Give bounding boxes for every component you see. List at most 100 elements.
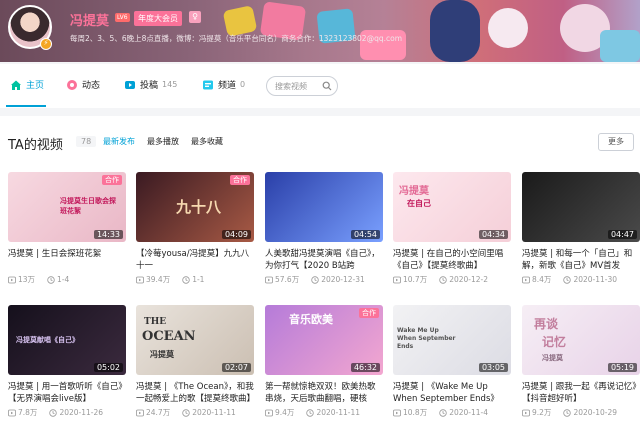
video-title[interactable]: 【冷莓yousa/冯提莫】九九八十一 <box>136 248 254 272</box>
video-thumbnail[interactable]: 03:05 Wake Me Up When September Ends <box>393 305 511 375</box>
video-thumbnail[interactable]: 04:34 冯提莫 在自己 <box>393 172 511 242</box>
video-title[interactable]: 冯提莫 | 用一首歌听听《自己》【无界演唱会live版】 <box>8 381 126 405</box>
play-count: 10.8万 <box>403 408 428 417</box>
video-thumbnail[interactable]: 合作 46:32 音乐欧美 <box>265 305 383 375</box>
video-title[interactable]: 冯提莫 | 《Wake Me Up When September Ends》 <box>393 381 511 405</box>
tab-upload[interactable]: 投稿 145 <box>124 78 177 91</box>
thumbnail-caption: 记忆 <box>542 335 567 349</box>
upload-icon <box>124 79 136 91</box>
active-tab-indicator <box>6 105 46 107</box>
video-meta: 8.4万 2020-11-30 <box>522 274 640 285</box>
video-card[interactable]: 04:34 冯提莫 在自己 冯提莫 | 在自己的小空间里唱《自己》【提莫终歌曲】 … <box>393 172 511 285</box>
video-meta: 10.7万 2020-12-2 <box>393 274 511 285</box>
channel-count: 0 <box>240 80 246 89</box>
publish-date: 1-4 <box>57 275 70 284</box>
video-card[interactable]: 05:02 冯提莫献唱《自己》 冯提莫 | 用一首歌听听《自己》【无界演唱会li… <box>8 305 126 418</box>
sort-most-favorited[interactable]: 最多收藏 <box>191 136 223 147</box>
thumbnail-caption: 冯提莫 <box>150 350 174 359</box>
play-count: 8.4万 <box>532 275 552 284</box>
publish-date: 2020-11-30 <box>573 275 618 284</box>
video-title[interactable]: 冯提莫 | 《The Ocean》，和我一起畅爱上的歌【提莫终歌曲】 <box>136 381 254 405</box>
time-icon <box>182 275 190 284</box>
tab-dynamic[interactable]: 动态 <box>66 78 100 91</box>
publish-date: 2020-11-11 <box>316 408 361 417</box>
video-meta: 39.4万 1-1 <box>136 274 254 285</box>
video-card[interactable]: 04:47 冯提莫 | 和每一个「自己」和解，新歌《自己》MV首发 8.4万 2… <box>522 172 640 285</box>
tab-dynamic-label: 动态 <box>82 81 101 91</box>
video-duration: 46:32 <box>350 363 380 372</box>
video-card[interactable]: 05:19 再谈 记忆 冯提莫 冯提莫 | 跟我一起《再说记忆》【抖音超好听】 9.… <box>522 305 640 418</box>
sort-latest[interactable]: 最新发布 <box>103 136 135 147</box>
thumbnail-caption: Wake Me Up When September Ends <box>397 327 456 350</box>
video-thumbnail[interactable]: 04:54 <box>265 172 383 242</box>
sort-most-played[interactable]: 最多播放 <box>147 136 179 147</box>
video-title[interactable]: 人美歌甜冯提莫演唱《自己》，为你打气【2020 B站跨 <box>265 248 383 272</box>
coop-badge: 合作 <box>102 175 122 185</box>
video-card[interactable]: 合作 04:09 九十八 【冷莓yousa/冯提莫】九九八十一 39.4万 1-… <box>136 172 254 285</box>
video-card[interactable]: 03:05 Wake Me Up When September Ends 冯提莫… <box>393 305 511 418</box>
time-icon <box>182 408 190 417</box>
publish-date: 1-1 <box>192 275 205 284</box>
coop-badge: 合作 <box>230 175 250 185</box>
video-title[interactable]: 冯提莫 | 和每一个「自己」和解，新歌《自己》MV首发 <box>522 248 640 272</box>
play-count: 9.4万 <box>275 408 295 417</box>
video-title[interactable]: 第一帮就惊艳双双！欧美热歌串烧，天后歌曲翻唱，硬核 <box>265 381 383 405</box>
video-title[interactable]: 冯提莫 | 在自己的小空间里唱《自己》【提莫终歌曲】 <box>393 248 511 272</box>
play-count-icon <box>8 276 16 284</box>
time-icon <box>439 408 447 417</box>
video-card[interactable]: 02:07 THE OCEAN 冯提莫 冯提莫 | 《The Ocean》，和我一起… <box>136 305 254 418</box>
thumbnail-caption: 冯提莫献唱《自己》 <box>16 336 79 344</box>
play-count: 39.4万 <box>146 275 171 284</box>
thumbnail-caption: 冯提莫 <box>542 354 563 362</box>
time-icon <box>311 275 319 284</box>
video-duration: 03:05 <box>478 363 508 372</box>
signature: 每周2、3、5、6晚上8点直播，微博：冯提莫（音乐平台同名）商务合作：13231… <box>70 34 402 43</box>
video-title[interactable]: 冯提莫 | 跟我一起《再说记忆》【抖音超好听】 <box>522 381 640 405</box>
video-meta: 10.8万 2020-11-4 <box>393 407 511 418</box>
search-placeholder: 搜索视频 <box>275 82 307 91</box>
upload-count: 145 <box>162 80 178 89</box>
video-duration: 04:54 <box>350 230 380 239</box>
video-duration: 05:19 <box>607 363 637 372</box>
verified-badge-icon: ⚡ <box>40 38 52 50</box>
publish-date: 2020-11-4 <box>449 408 489 417</box>
video-thumbnail[interactable]: 04:47 <box>522 172 640 242</box>
video-thumbnail[interactable]: 合作 14:33 冯提莫生日歌会探班花絮 <box>8 172 126 242</box>
video-card[interactable]: 04:54 人美歌甜冯提莫演唱《自己》，为你打气【2020 B站跨 57.6万 … <box>265 172 383 285</box>
publish-date: 2020-11-26 <box>59 408 104 417</box>
time-icon <box>563 275 572 284</box>
coop-badge: 合作 <box>359 308 379 318</box>
publish-date: 2020-12-2 <box>449 275 489 284</box>
tab-home[interactable]: 主页 <box>10 78 44 91</box>
more-button[interactable]: 更多 <box>598 133 634 151</box>
vip-badge[interactable]: 年度大会员 <box>134 11 182 26</box>
thumbnail-caption: 在自己 <box>407 199 431 208</box>
publish-date: 2020-12-31 <box>321 275 365 284</box>
username: 冯提莫 <box>70 14 110 29</box>
search-icon[interactable] <box>322 81 332 94</box>
thumbnail-caption: 冯提莫 <box>399 186 429 197</box>
tab-home-label: 主页 <box>26 81 45 91</box>
video-thumbnail[interactable]: 02:07 THE OCEAN 冯提莫 <box>136 305 254 375</box>
video-search-input[interactable]: 搜索视频 <box>266 76 338 96</box>
section-title: TA的视频 <box>8 138 63 153</box>
thumbnail-caption: 再谈 <box>534 317 559 331</box>
tab-channel[interactable]: 频道 0 <box>202 78 245 91</box>
play-count-icon <box>522 276 530 284</box>
video-thumbnail[interactable]: 05:19 再谈记忆冯提莫 <box>522 305 640 375</box>
video-title[interactable]: 冯提莫 | 生日会探班花絮 <box>8 248 126 272</box>
video-thumbnail[interactable]: 合作 04:09 九十八 <box>136 172 254 242</box>
video-count-badge: 78 <box>76 136 97 147</box>
play-count: 13万 <box>18 275 36 284</box>
tab-upload-label: 投稿 <box>140 81 159 91</box>
profile-nav: 主页 动态 投稿 145 频道 0 搜索视频 <box>0 64 640 108</box>
video-duration: 05:02 <box>93 363 123 372</box>
play-count: 57.6万 <box>275 275 300 284</box>
thumbnail-caption: OCEAN <box>142 329 196 344</box>
video-card[interactable]: 合作 14:33 冯提莫生日歌会探班花絮 冯提莫 | 生日会探班花絮 13万 1… <box>8 172 126 285</box>
play-count: 10.7万 <box>403 275 428 284</box>
publish-date: 2020-10-29 <box>573 408 618 417</box>
female-icon: ♀ <box>189 11 201 23</box>
video-thumbnail[interactable]: 05:02 冯提莫献唱《自己》 <box>8 305 126 375</box>
video-card[interactable]: 合作 46:32 音乐欧美 第一帮就惊艳双双！欧美热歌串烧，天后歌曲翻唱，硬核 … <box>265 305 383 418</box>
